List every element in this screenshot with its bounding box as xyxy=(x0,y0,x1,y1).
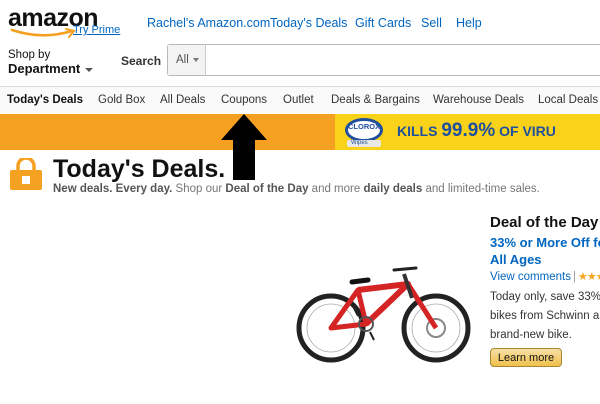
deal-of-the-day-title: Deal of the Day xyxy=(490,214,599,231)
subtitle-part-1: New deals. Every day. xyxy=(53,183,173,195)
search-category-value: All xyxy=(176,54,189,66)
try-prime-link[interactable]: Try Prime xyxy=(73,24,120,36)
amazon-logo[interactable]: amazon xyxy=(8,4,118,42)
view-comments-link[interactable]: View comments xyxy=(490,271,571,283)
your-amazon-link[interactable]: Rachel's Amazon.com xyxy=(147,16,270,30)
promo-banner[interactable]: CLOROX Wipes KILLS 99.9% OF VIRU xyxy=(0,114,600,150)
up-arrow-annotation xyxy=(221,114,267,180)
gift-cards-link[interactable]: Gift Cards xyxy=(355,16,411,30)
nav-local-deals[interactable]: Local Deals xyxy=(538,94,598,106)
clorox-brand: CLOROX xyxy=(348,122,381,131)
department-label: Department xyxy=(8,61,81,76)
deal-description: Today only, save 33% bikes from Schwinn … xyxy=(490,291,600,341)
search-input[interactable]: All xyxy=(167,44,600,76)
caret-down-icon xyxy=(192,57,199,62)
nav-all-deals[interactable]: All Deals xyxy=(160,94,205,106)
clorox-subbrand: Wipes xyxy=(351,140,368,146)
subtitle-part-2: Shop our xyxy=(172,183,226,195)
subtitle-part-5: daily deals xyxy=(363,183,423,195)
page-subtitle: New deals. Every day. Shop our Deal of t… xyxy=(53,183,540,195)
ad-headline: KILLS 99.9% OF VIRU xyxy=(397,120,556,142)
ad-text-suffix: OF VIRU xyxy=(499,123,556,139)
subtitle-part-4: and more xyxy=(308,183,364,195)
shop-by-department-menu[interactable]: Shop by Department xyxy=(8,49,94,76)
deals-box-icon xyxy=(10,158,42,190)
nav-deals-and-bargains[interactable]: Deals & Bargains xyxy=(331,94,420,106)
subtitle-part-6: and limited-time sales. xyxy=(422,183,540,195)
todays-deals-link[interactable]: Today's Deals xyxy=(270,16,347,30)
caret-down-icon xyxy=(85,67,94,72)
star-rating-icon[interactable]: ★★★★ xyxy=(578,271,600,283)
nav-warehouse-deals[interactable]: Warehouse Deals xyxy=(433,94,524,106)
clorox-ad[interactable]: CLOROX Wipes KILLS 99.9% OF VIRU xyxy=(335,114,600,150)
deal-reviews-row: View comments|★★★★ xyxy=(490,270,600,283)
sell-link[interactable]: Sell xyxy=(421,16,442,30)
search-category-dropdown[interactable]: All xyxy=(168,45,206,75)
nav-gold-box[interactable]: Gold Box xyxy=(98,94,145,106)
learn-more-button[interactable]: Learn more xyxy=(490,348,562,367)
bicycle-image[interactable] xyxy=(296,262,471,372)
ad-text-prefix: KILLS xyxy=(397,123,438,139)
nav-outlet[interactable]: Outlet xyxy=(283,94,314,106)
separator: | xyxy=(572,271,576,283)
ad-text-percent: 99.9% xyxy=(441,120,496,141)
nav-todays-deals[interactable]: Today's Deals xyxy=(7,94,83,106)
help-link[interactable]: Help xyxy=(456,16,482,30)
subtitle-part-3: Deal of the Day xyxy=(225,183,309,195)
page-title: Today's Deals. xyxy=(53,155,226,183)
search-label: Search xyxy=(121,54,162,68)
smile-arrow-icon xyxy=(10,28,76,38)
deals-nav-bar: Today's Deals Gold Box All Deals Coupons… xyxy=(0,86,600,115)
nav-coupons[interactable]: Coupons xyxy=(221,94,267,106)
deal-headline-link[interactable]: 33% or More Off for All Ages xyxy=(490,234,600,268)
